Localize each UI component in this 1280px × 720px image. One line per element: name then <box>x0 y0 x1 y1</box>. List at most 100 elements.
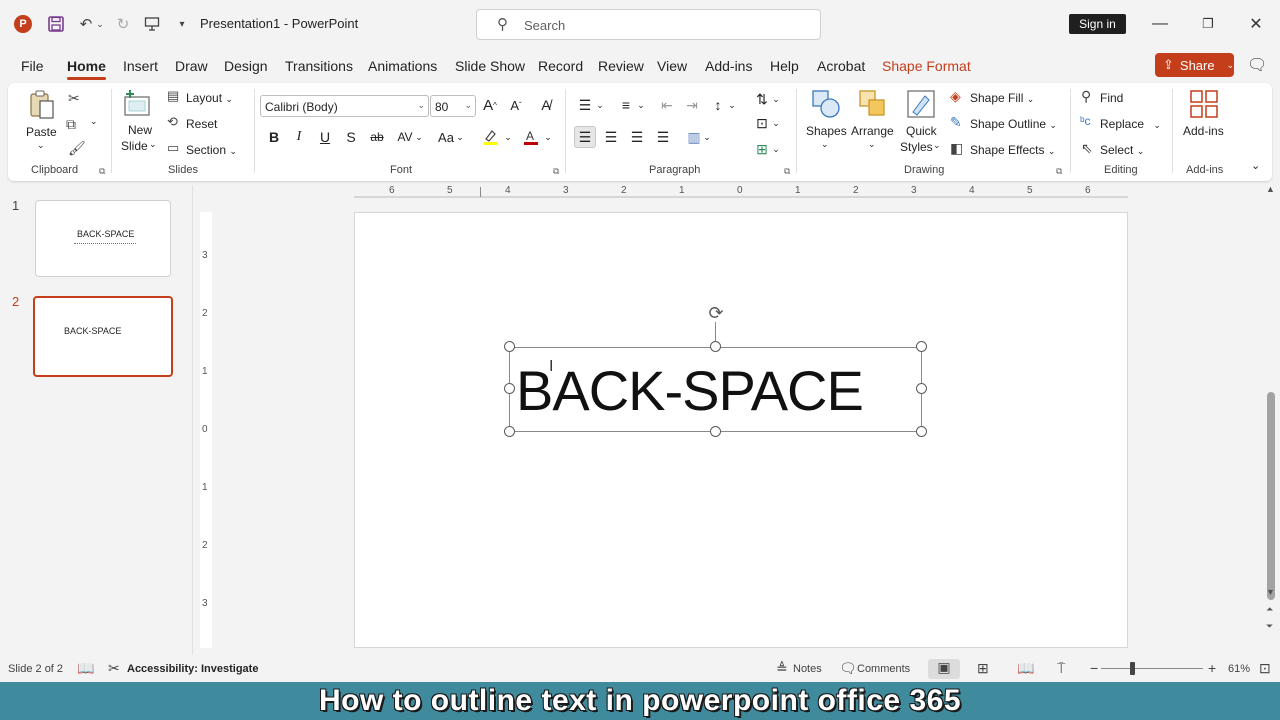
accessibility-status[interactable]: Accessibility: Investigate <box>127 663 258 675</box>
chevron-down-icon[interactable]: ⌄ <box>635 94 647 116</box>
reset-button[interactable]: Reset <box>186 117 217 131</box>
restore-icon[interactable]: ❐ <box>1196 12 1220 36</box>
replace-button[interactable]: Replace ⌄ <box>1100 117 1161 131</box>
chevron-down-icon[interactable]: ⌄ <box>542 126 554 148</box>
section-button[interactable]: Section ⌄ <box>186 143 237 157</box>
highlight-color-icon[interactable] <box>480 126 502 148</box>
select-button[interactable]: Select ⌄ <box>1100 143 1144 157</box>
chevron-down-icon[interactable]: ⌄ <box>868 139 876 150</box>
scroll-down-icon[interactable]: ▼ <box>1266 587 1275 597</box>
minimize-icon[interactable]: — <box>1148 12 1172 36</box>
text-shadow-button[interactable]: S <box>340 126 362 148</box>
resize-handle-bottom[interactable] <box>710 426 721 437</box>
shape-effects-button[interactable]: Shape Effects ⌄ <box>970 143 1055 157</box>
paste-button[interactable]: Paste <box>26 125 57 139</box>
chevron-down-icon[interactable]: ⌄ <box>770 88 782 110</box>
chevron-down-icon[interactable]: ⌄ <box>454 126 466 148</box>
add-ins-button[interactable]: Add-ins <box>1183 124 1224 138</box>
chevron-down-icon[interactable]: ⌄ <box>701 126 713 148</box>
align-left-button[interactable]: ☰ <box>574 126 596 148</box>
zoom-level[interactable]: 61% <box>1228 663 1250 675</box>
zoom-out-icon[interactable]: − <box>1090 660 1098 676</box>
bullets-icon[interactable]: ☰ <box>574 94 596 116</box>
collapse-ribbon-icon[interactable]: ⌄ <box>1251 159 1260 172</box>
new-slide-label-2[interactable]: Slide <box>121 139 148 153</box>
quick-styles-icon[interactable] <box>905 88 937 120</box>
sign-in-button[interactable]: Sign in <box>1069 14 1126 34</box>
resize-handle-top-left[interactable] <box>504 341 515 352</box>
tab-record[interactable]: Record <box>538 58 583 74</box>
slide-thumbnail-1[interactable]: BACK-SPACE <box>35 200 171 277</box>
slide-sorter-icon[interactable]: ⊞ <box>977 660 989 677</box>
pane-divider[interactable] <box>192 185 193 655</box>
resize-handle-top[interactable] <box>710 341 721 352</box>
slide-text[interactable]: BACK-SPACE <box>516 358 864 423</box>
chevron-down-icon[interactable]: ⌄ <box>726 94 738 116</box>
clear-formatting-icon[interactable]: A̸ <box>535 94 557 116</box>
resize-handle-right[interactable] <box>916 383 927 394</box>
chevron-down-icon[interactable]: ⌄ <box>594 94 606 116</box>
notes-button[interactable]: Notes <box>793 663 822 675</box>
resize-handle-left[interactable] <box>504 383 515 394</box>
align-right-icon[interactable]: ☰ <box>626 126 648 148</box>
shape-fill-button[interactable]: Shape Fill ⌄ <box>970 91 1034 105</box>
reading-view-icon[interactable]: 📖 <box>1017 660 1034 677</box>
quick-styles-label-2[interactable]: Styles <box>900 140 933 154</box>
font-size-select[interactable]: 80 ⌄ <box>430 95 476 117</box>
chevron-down-icon[interactable]: ⌄ <box>770 112 782 134</box>
rotate-icon[interactable]: ⟳ <box>705 302 727 324</box>
italic-button[interactable]: I <box>288 126 310 148</box>
chevron-down-icon[interactable]: ⌄ <box>770 138 782 160</box>
indent-marker[interactable] <box>480 187 481 197</box>
strikethrough-button[interactable]: ab <box>366 126 388 148</box>
copy-icon[interactable]: ⧉ <box>66 116 76 133</box>
shape-outline-button[interactable]: Shape Outline ⌄ <box>970 117 1057 131</box>
new-slide-label-1[interactable]: New <box>128 123 152 137</box>
increase-font-icon[interactable]: A ^ <box>479 94 501 116</box>
tab-file[interactable]: File <box>21 58 44 74</box>
spelling-check-icon[interactable]: 📖 <box>77 660 94 677</box>
decrease-indent-icon[interactable]: ⇤ <box>656 94 678 116</box>
find-button[interactable]: Find <box>1100 91 1123 105</box>
slide-show-icon[interactable]: ⍑ <box>1057 660 1065 677</box>
zoom-slider-thumb[interactable] <box>1130 662 1135 675</box>
resize-handle-bottom-right[interactable] <box>916 426 927 437</box>
tab-add-ins[interactable]: Add-ins <box>705 58 752 74</box>
tab-transitions[interactable]: Transitions <box>285 58 353 74</box>
drawing-launcher-icon[interactable]: ⧉ <box>1056 166 1062 177</box>
chevron-down-icon[interactable]: ⌄ <box>933 140 941 151</box>
underline-button[interactable]: U <box>314 126 336 148</box>
paragraph-launcher-icon[interactable]: ⧉ <box>784 166 790 177</box>
layout-button[interactable]: Layout ⌄ <box>186 91 233 105</box>
selected-text-box[interactable]: BACK-SPACE <box>509 347 922 432</box>
tab-draw[interactable]: Draw <box>175 58 208 74</box>
normal-view-icon[interactable]: ▣ <box>928 659 960 679</box>
tab-shape-format[interactable]: Shape Format <box>882 58 971 74</box>
customize-toolbar-icon[interactable]: ▾ <box>170 12 194 36</box>
comments-pane-icon[interactable]: 🗨 <box>1247 55 1267 75</box>
close-icon[interactable]: ✕ <box>1244 12 1268 36</box>
search-input[interactable]: ⚲ Search <box>476 9 821 40</box>
arrange-button[interactable]: Arrange <box>851 124 894 138</box>
align-center-icon[interactable]: ☰ <box>600 126 622 148</box>
resize-handle-top-right[interactable] <box>916 341 927 352</box>
tab-design[interactable]: Design <box>224 58 268 74</box>
next-slide-icon[interactable]: ⏷ <box>1266 621 1273 632</box>
fit-to-window-icon[interactable]: ⊡ <box>1259 660 1271 677</box>
chevron-down-icon[interactable]: ⌄ <box>821 139 829 150</box>
slide-thumbnail-2[interactable]: BACK-SPACE <box>33 296 173 377</box>
tab-slide-show[interactable]: Slide Show <box>455 58 525 74</box>
scroll-up-icon[interactable]: ▲ <box>1266 184 1275 194</box>
chevron-down-icon[interactable]: ⌄ <box>413 126 425 148</box>
shapes-button[interactable]: Shapes <box>806 124 847 138</box>
redo-icon[interactable]: ↻ <box>111 12 135 36</box>
increase-indent-icon[interactable]: ⇥ <box>681 94 703 116</box>
tab-insert[interactable]: Insert <box>123 58 158 74</box>
comments-button[interactable]: Comments <box>857 663 910 675</box>
font-color-icon[interactable]: A <box>520 126 542 148</box>
share-button[interactable]: ⇪ Share ⌄ <box>1155 53 1234 77</box>
tab-home[interactable]: Home <box>67 58 106 80</box>
tab-review[interactable]: Review <box>598 58 644 74</box>
previous-slide-icon[interactable]: ⏶ <box>1266 604 1273 615</box>
tab-view[interactable]: View <box>657 58 687 74</box>
